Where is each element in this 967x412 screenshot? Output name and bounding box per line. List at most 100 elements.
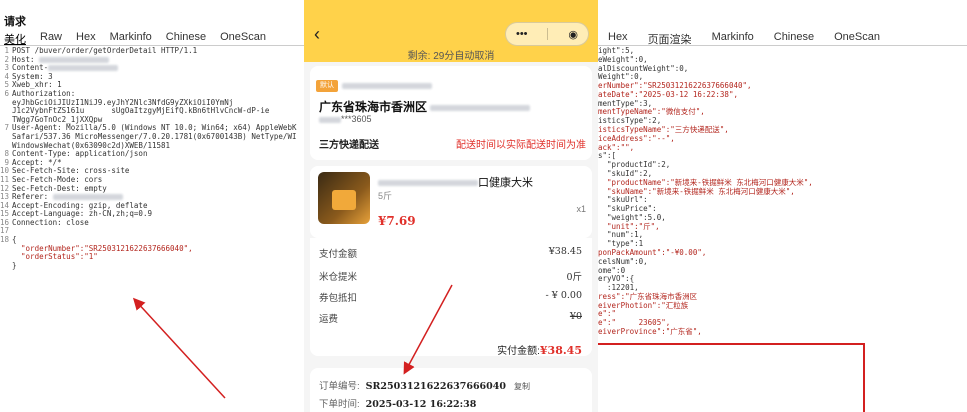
row-coupon: 券包抵扣 - ¥ 0.00	[319, 290, 582, 304]
line-text: "productId":2,	[598, 160, 671, 170]
product-qty: x1	[576, 204, 586, 214]
line-text: eiverProvince":"广东省",	[598, 327, 702, 336]
response-tab-2[interactable]: Markinfo	[702, 31, 764, 45]
code-line: eiverProvince":"广东省",	[598, 327, 813, 337]
copy-button[interactable]: 复制	[514, 382, 530, 391]
line-text: e":" 23605",	[598, 318, 671, 328]
remaining-time: 剩余: 29分自动取消	[407, 51, 495, 62]
line-text: ack":"",	[598, 142, 635, 152]
line-text: eWeight":0,	[598, 54, 648, 64]
line-text: eiverPhotion":"汇粒族	[598, 300, 689, 310]
mini-program-screen: ‹ ••• ◉ 剩余: 29分自动取消 默认 广东省珠海市香洲区 ***3605…	[304, 0, 598, 412]
address-text: 广东省珠海市香洲区	[319, 98, 531, 115]
request-tab-0[interactable]: 美化	[0, 31, 36, 46]
line-number: 18	[0, 235, 10, 245]
line-text: ome":0	[598, 265, 626, 275]
line-number: 6	[4, 88, 9, 98]
code-line: 16 Connection: close	[0, 217, 296, 228]
response-tab-1[interactable]: 页面渲染	[638, 31, 702, 46]
product-image	[318, 172, 370, 224]
capsule-divider	[547, 28, 549, 40]
product-name: 口健康大米	[378, 174, 533, 190]
request-tab-1[interactable]: Raw	[36, 31, 72, 45]
order-time-row: 下单时间: 2025-03-12 16:22:38	[319, 399, 477, 410]
line-text: isticsTypeName":"三方快递配送",	[598, 125, 729, 135]
line-text: "skuName":"新境来-铁掘鲜米 东北梅河口健康大米",	[598, 186, 795, 196]
request-tab-3[interactable]: Markinfo	[106, 31, 162, 45]
header-bar: ‹ ••• ◉ 剩余: 29分自动取消	[304, 0, 598, 62]
default-badge: 默认	[316, 80, 338, 92]
response-panel: Hex 页面渲染 Markinfo Chinese OneScan ight":5, eW…	[598, 0, 967, 412]
request-tab-4[interactable]: Chinese	[162, 31, 216, 45]
request-tabs: 美化 Raw Hex Markinfo Chinese OneScan	[0, 31, 276, 46]
line-number: 7	[4, 123, 9, 133]
line-text: ateDate":"2025-03-12 16:22:38",	[598, 89, 738, 99]
response-tab-3[interactable]: Chinese	[764, 31, 824, 45]
line-text: "weight":5.0,	[598, 212, 666, 222]
order-number-row: 订单编号: SR2503121622637666040 复制	[319, 381, 530, 392]
tab-divider	[598, 45, 967, 46]
request-tab-5[interactable]: OneScan	[216, 31, 276, 45]
response-code[interactable]: ight":5, eWeight":0, alDiscountWeight":0, W…	[598, 46, 813, 337]
request-panel: 请求 美化 Raw Hex Markinfo Chinese OneScan 1 POST …	[0, 0, 304, 412]
code-line: 1 POST /buver/order/getOrderDetail HTTP/1…	[0, 46, 296, 56]
line-text: "num":1,	[598, 230, 644, 240]
capsule-menu[interactable]: ••• ◉	[505, 22, 589, 46]
line-text: "skuPrice":	[598, 204, 657, 214]
product-spec: 5斤	[378, 191, 393, 201]
line-text: }	[12, 260, 17, 270]
order-info-card: 订单编号: SR2503121622637666040 复制 下单时间: 2025-0…	[310, 368, 592, 412]
line-text: Weight":0,	[598, 72, 644, 82]
line-text: "productName":"新境来-铁掘鲜米 东北梅河口健康大米",	[598, 177, 813, 187]
row-shipping-fee: 运费 ¥0	[319, 311, 582, 325]
line-text: iceAddress":"--",	[598, 133, 675, 143]
record-icon[interactable]: ◉	[568, 28, 578, 41]
response-tabs: Hex 页面渲染 Markinfo Chinese OneScan	[598, 31, 890, 46]
product-price: ¥7.69	[378, 214, 416, 228]
line-text: e":"	[598, 309, 617, 319]
line-text: s":[	[598, 151, 617, 161]
line-text: ress":"广东省珠海市香洲区	[598, 291, 698, 301]
response-tab-4[interactable]: OneScan	[824, 31, 890, 45]
line-text: "skuId":2,	[598, 168, 653, 178]
total-amount: 实付金额:¥38.45	[497, 344, 582, 357]
line-text: celsNum":0,	[598, 256, 648, 266]
line-text: mentTypeName":"微信支付",	[598, 107, 705, 117]
line-text: "skuUrl":	[598, 195, 648, 205]
shipping-note: 配送时间以实际配送时间为准	[456, 140, 586, 151]
code-line: celsNum":0,	[598, 256, 813, 267]
response-tab-0[interactable]: Hex	[598, 31, 638, 45]
line-text: :12201,	[598, 283, 639, 293]
row-pay-amount: 支付金额 ¥38.45	[319, 246, 582, 260]
redacted-value	[39, 56, 110, 63]
code-line: ack":"",	[598, 142, 813, 153]
line-text: erNumber":"SR2503121622637666040",	[598, 81, 752, 91]
phone-number: ***3605	[319, 114, 372, 124]
product-card[interactable]: 口健康大米 5斤 ¥7.69 x1	[310, 166, 592, 238]
code-line: 17	[0, 227, 296, 236]
code-line: eiverPhotion":"汇粒族	[598, 300, 813, 311]
code-line: }	[0, 260, 296, 271]
shipping-method: 三方快递配送	[319, 140, 379, 151]
line-text: alDiscountWeight":0,	[598, 63, 689, 73]
line-text: "orderStatus":"1"	[12, 252, 98, 262]
redacted-name	[342, 83, 432, 89]
line-text: "type":1	[598, 239, 644, 249]
more-icon[interactable]: •••	[516, 28, 528, 40]
request-title: 请求	[4, 16, 26, 28]
redacted-value	[48, 65, 119, 72]
line-text: "unit":"斤",	[598, 221, 660, 231]
line-text: Connection: close	[12, 217, 89, 227]
line-text: POST /buver/order/getOrderDetail HTTP/1.…	[12, 46, 198, 55]
address-card[interactable]: 默认 广东省珠海市香洲区 ***3605 三方快递配送 配送时间以实际配送时间为…	[310, 66, 592, 160]
line-text: ight":5,	[598, 46, 635, 55]
redacted-value	[52, 194, 123, 201]
code-line: "orderStatus":"1"	[0, 252, 296, 262]
request-tab-2[interactable]: Hex	[72, 31, 106, 45]
line-text: eryVO":{	[598, 274, 635, 284]
line-text: ponPackAmount":"-¥0.00",	[598, 247, 707, 257]
request-code[interactable]: 1 POST /buver/order/getOrderDetail HTTP/1…	[0, 46, 296, 271]
back-icon[interactable]: ‹	[314, 24, 320, 45]
row-rice-pickup: 米仓提米 0斤	[319, 272, 582, 283]
payment-summary: 支付金额 ¥38.45 米仓提米 0斤 券包抵扣 - ¥ 0.00 运费 ¥0 实付金额…	[310, 238, 592, 357]
